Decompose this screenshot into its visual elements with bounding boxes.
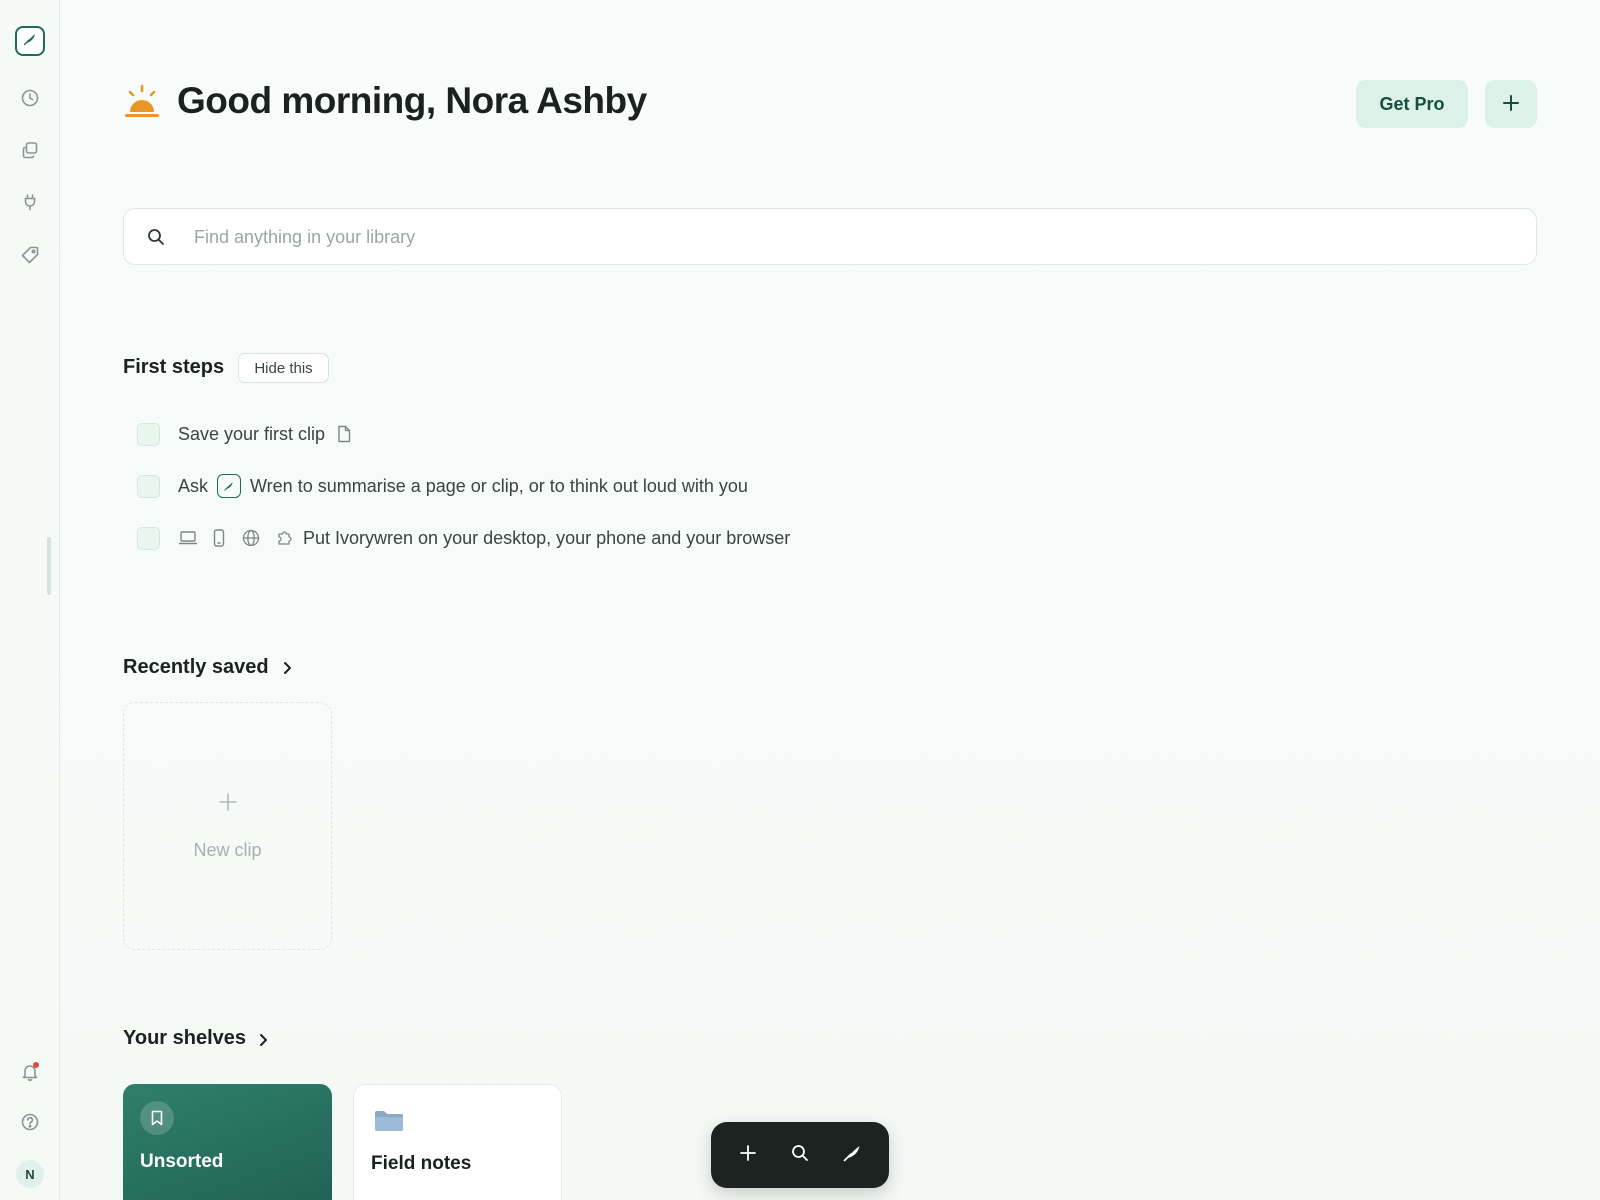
sidebar-item-notifications[interactable] (18, 1060, 42, 1084)
plus-icon (217, 791, 239, 813)
copy-icon (20, 140, 40, 165)
feather-icon (842, 1143, 862, 1168)
page-title: Good morning, Nora Ashby (177, 80, 647, 121)
step-label: Save your first clip (178, 423, 326, 444)
document-icon (336, 425, 352, 443)
your-shelves-title[interactable]: Your shelves (123, 1027, 246, 1050)
plus-icon (739, 1144, 757, 1167)
sidebar-scroll-handle[interactable] (47, 537, 51, 595)
step-prefix: Ask (178, 475, 209, 496)
dock-add-button[interactable] (734, 1141, 762, 1169)
step-ask-wren: Ask Wren to summarise a page or clip, or… (137, 473, 748, 499)
tag-icon (20, 245, 40, 270)
phone-icon (213, 529, 225, 547)
sidebar-item-library[interactable] (18, 140, 42, 164)
avatar[interactable]: N (16, 1160, 44, 1188)
notification-badge (33, 1062, 39, 1068)
get-pro-button[interactable]: Get Pro (1356, 80, 1468, 128)
sidebar-item-recent[interactable] (18, 88, 42, 112)
sidebar-item-help[interactable] (18, 1112, 42, 1136)
chevron-right-icon[interactable] (278, 659, 296, 677)
step-checkbox[interactable] (137, 422, 160, 446)
search-bar[interactable] (123, 208, 1537, 265)
sunrise-icon (124, 84, 160, 120)
step-save-clip: Save your first clip (137, 421, 352, 447)
app-logo-button[interactable] (15, 26, 45, 56)
step-checkbox[interactable] (137, 474, 160, 498)
add-button[interactable] (1485, 80, 1537, 128)
quick-action-dock (711, 1122, 889, 1188)
search-icon (791, 1144, 809, 1167)
clock-icon (20, 88, 40, 113)
first-steps-title: First steps (123, 356, 225, 378)
step-checkbox[interactable] (137, 526, 160, 550)
shelf-card-field-notes[interactable]: Field notes (353, 1084, 562, 1200)
step-label: Wren to summarise a page or clip, or to … (250, 475, 748, 496)
new-clip-card[interactable]: New clip (123, 702, 332, 950)
sidebar-item-tags[interactable] (18, 245, 42, 269)
feather-logo-icon (22, 31, 38, 52)
recently-saved-title[interactable]: Recently saved (123, 656, 269, 679)
search-input[interactable] (194, 217, 1514, 257)
shelf-card-unsorted[interactable]: Unsorted (123, 1084, 332, 1200)
sidebar: N (0, 0, 60, 1200)
puzzle-icon (276, 529, 294, 547)
help-circle-icon (20, 1112, 40, 1137)
search-icon (147, 228, 165, 251)
chevron-right-icon[interactable] (254, 1031, 272, 1049)
dock-search-button[interactable] (786, 1141, 814, 1169)
bookmark-icon (140, 1101, 174, 1135)
folder-icon (374, 1109, 404, 1138)
step-install-apps: Put Ivorywren on your desktop, your phon… (137, 525, 790, 551)
new-clip-label: New clip (193, 840, 262, 860)
hide-first-steps-button[interactable]: Hide this (238, 353, 329, 383)
sidebar-item-integrations[interactable] (18, 192, 42, 216)
wren-icon (217, 474, 242, 498)
dock-wren-button[interactable] (838, 1141, 866, 1169)
globe-icon (242, 529, 260, 547)
plug-icon (20, 192, 40, 217)
shelf-label: Field notes (371, 1153, 472, 1174)
plus-icon (1502, 94, 1520, 115)
laptop-icon (178, 530, 198, 546)
bell-icon (20, 1062, 40, 1082)
step-label: Put Ivorywren on your desktop, your phon… (303, 527, 791, 548)
shelf-label: Unsorted (140, 1151, 224, 1172)
